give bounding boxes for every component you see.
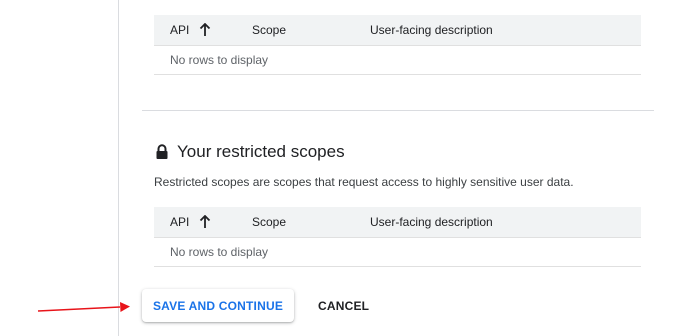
lock-icon: [155, 144, 169, 160]
left-rail-divider: [118, 0, 119, 336]
empty-table-message: No rows to display: [154, 238, 641, 267]
cancel-button[interactable]: CANCEL: [308, 289, 379, 322]
empty-table-message: No rows to display: [154, 46, 641, 75]
column-header-description[interactable]: User-facing description: [370, 215, 641, 229]
column-header-api[interactable]: API: [154, 214, 252, 229]
arrow-up-icon[interactable]: [199, 214, 211, 229]
column-header-scope[interactable]: Scope: [252, 215, 370, 229]
restricted-scopes-description: Restricted scopes are scopes that reques…: [154, 175, 574, 189]
column-header-api-label: API: [170, 215, 190, 229]
restricted-scopes-title: Your restricted scopes: [177, 142, 345, 161]
arrow-up-icon[interactable]: [199, 22, 211, 37]
table-header: API Scope User-facing description: [154, 15, 641, 46]
red-arrow-icon: [36, 296, 132, 320]
oauth-consent-scopes-page: API Scope User-facing description No row…: [0, 0, 680, 336]
restricted-scopes-heading: Your restricted scopes: [155, 142, 345, 162]
column-header-description[interactable]: User-facing description: [370, 23, 641, 37]
restricted-scopes-table: API Scope User-facing description No row…: [154, 207, 641, 267]
column-header-api[interactable]: API: [154, 22, 252, 37]
scopes-table: API Scope User-facing description No row…: [154, 15, 641, 75]
save-and-continue-button[interactable]: SAVE AND CONTINUE: [142, 289, 294, 322]
table-header: API Scope User-facing description: [154, 207, 641, 238]
section-divider: [142, 110, 654, 111]
column-header-api-label: API: [170, 23, 190, 37]
column-header-scope[interactable]: Scope: [252, 23, 370, 37]
